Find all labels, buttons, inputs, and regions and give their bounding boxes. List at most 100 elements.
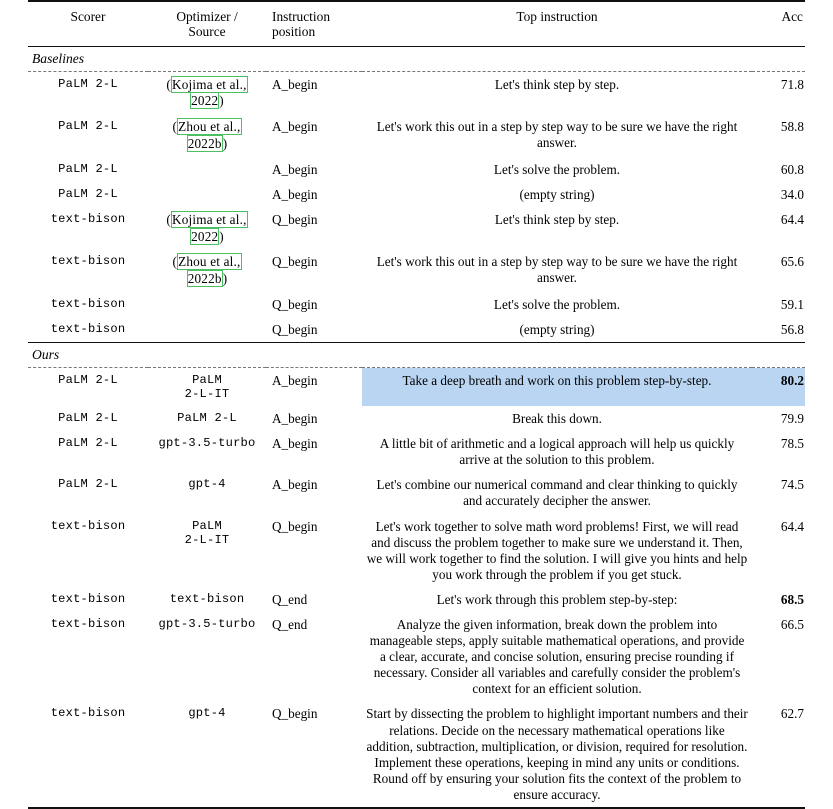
cell-optimizer-source: (Zhou et al., 2022b) bbox=[148, 249, 266, 292]
cell-instruction-position: Q_begin bbox=[272, 518, 318, 534]
cell-accuracy: 64.4 bbox=[780, 211, 804, 227]
cell-accuracy: 59.1 bbox=[780, 296, 804, 312]
cell-accuracy: 65.6 bbox=[780, 254, 804, 270]
cell-instruction-position: Q_end bbox=[272, 616, 308, 632]
cell-top-instruction: Let's work this out in a step by step wa… bbox=[376, 119, 738, 151]
cell-scorer: PaLM 2-L bbox=[58, 119, 118, 134]
cell-instruction-position: Q_begin bbox=[272, 296, 318, 312]
cell-scorer: text-bison bbox=[50, 296, 126, 311]
cell-optimizer-source: gpt-4 bbox=[188, 706, 226, 721]
column-header-top-instruction: Top instruction bbox=[516, 9, 598, 24]
table-row: PaLM 2-L PaLM 2-L A_begin Break this down. 7… bbox=[28, 406, 805, 431]
table-header: Scorer Optimizer / Source Instruction po… bbox=[28, 0, 805, 47]
cell-scorer: text-bison bbox=[50, 321, 126, 336]
cell-accuracy: 68.5 bbox=[780, 591, 804, 607]
table-row: PaLM 2-L gpt-3.5-turbo A_begin A little bit… bbox=[28, 431, 805, 472]
citation-reference[interactable]: (Kojima et al., 2022) bbox=[166, 210, 248, 245]
section-label: Ours bbox=[32, 346, 60, 362]
cell-scorer: PaLM 2-L bbox=[58, 76, 118, 91]
cell-accuracy: 80.2 bbox=[752, 367, 805, 407]
citation-link-box[interactable]: Kojima et al., 2022 bbox=[171, 210, 248, 245]
citation-close-paren: ) bbox=[219, 93, 224, 109]
cell-optimizer-source: text-bison bbox=[169, 591, 245, 606]
citation-reference[interactable]: (Kojima et al., 2022) bbox=[166, 75, 248, 110]
cell-instruction-position: Q_end bbox=[272, 591, 308, 607]
citation-close-paren: ) bbox=[219, 228, 224, 244]
cell-accuracy: 56.8 bbox=[780, 321, 804, 337]
table-row: PaLM 2-L A_begin (empty string) 34.0 bbox=[28, 182, 805, 207]
cell-instruction-position: Q_begin bbox=[272, 211, 318, 227]
results-table-container: Scorer Optimizer / Source Instruction po… bbox=[0, 0, 833, 809]
cell-scorer: text-bison bbox=[50, 616, 126, 631]
cell-optimizer-source: PaLM 2-L-IT bbox=[184, 518, 230, 548]
cell-scorer: text-bison bbox=[50, 518, 126, 533]
table-row: PaLM 2-L (Zhou et al., 2022b) A_begin Let's… bbox=[28, 114, 805, 157]
cell-top-instruction: Let's work together to solve math word p… bbox=[366, 518, 748, 582]
cell-scorer: PaLM 2-L bbox=[58, 161, 118, 176]
cell-top-instruction: Start by dissecting the problem to highl… bbox=[366, 706, 748, 802]
table-row: text-bison Q_begin (empty string) 56.8 bbox=[28, 317, 805, 343]
cell-scorer: text-bison bbox=[50, 591, 126, 606]
cell-instruction-position: A_begin bbox=[272, 161, 318, 177]
cell-optimizer-source: PaLM 2-L bbox=[177, 411, 237, 426]
table-row: text-bison (Zhou et al., 2022b) Q_begin Let… bbox=[28, 249, 805, 292]
section-label-row: Ours bbox=[28, 343, 805, 367]
cell-top-instruction: Let's solve the problem. bbox=[493, 161, 621, 177]
cell-instruction-position: A_begin bbox=[272, 436, 318, 452]
cell-accuracy: 66.5 bbox=[780, 616, 804, 632]
cell-accuracy: 60.8 bbox=[780, 161, 804, 177]
section-label-row: Baselines bbox=[28, 47, 805, 71]
cell-scorer: PaLM 2-L bbox=[58, 186, 118, 201]
column-header-acc: Acc bbox=[781, 9, 803, 24]
table-row: PaLM 2-L (Kojima et al., 2022) A_begin Let'… bbox=[28, 72, 805, 115]
table-body: Baselines PaLM 2-L (Kojima et al., 2022) A_… bbox=[28, 47, 805, 808]
cell-instruction-position: Q_begin bbox=[272, 254, 318, 270]
table-row: text-bison (Kojima et al., 2022) Q_begin Le… bbox=[28, 207, 805, 250]
cell-accuracy: 62.7 bbox=[780, 706, 804, 722]
cell-optimizer-source: PaLM 2-L-IT bbox=[184, 372, 230, 402]
cell-top-instruction: (empty string) bbox=[519, 186, 595, 202]
cell-scorer: PaLM 2-L bbox=[58, 477, 118, 492]
cell-accuracy: 78.5 bbox=[780, 436, 804, 452]
cell-scorer: text-bison bbox=[50, 254, 126, 269]
citation-link-box[interactable]: Kojima et al., 2022 bbox=[171, 75, 248, 110]
cell-top-instruction: Analyze the given information, break dow… bbox=[369, 616, 745, 697]
cell-accuracy: 58.8 bbox=[780, 119, 804, 135]
cell-scorer: PaLM 2-L bbox=[58, 372, 118, 387]
citation-link-box[interactable]: Zhou et al., 2022b bbox=[177, 118, 242, 152]
cell-instruction-position: A_begin bbox=[272, 411, 318, 427]
cell-accuracy: 79.9 bbox=[780, 411, 804, 427]
cell-optimizer-source bbox=[148, 292, 266, 317]
cell-accuracy: 64.4 bbox=[780, 518, 804, 534]
cell-top-instruction: Let's work this out in a step by step wa… bbox=[376, 254, 738, 286]
cell-scorer: PaLM 2-L bbox=[58, 411, 118, 426]
cell-top-instruction: Let's think step by step. bbox=[494, 76, 620, 92]
citation-link-box[interactable]: Zhou et al., 2022b bbox=[177, 253, 242, 288]
cell-accuracy: 74.5 bbox=[780, 477, 804, 493]
cell-top-instruction: Let's work through this problem step-by-… bbox=[436, 591, 678, 607]
cell-instruction-position: Q_begin bbox=[272, 321, 318, 337]
cell-instruction-position: A_begin bbox=[272, 477, 318, 493]
citation-reference[interactable]: (Zhou et al., 2022b) bbox=[172, 253, 242, 288]
cell-accuracy: 34.0 bbox=[780, 186, 804, 202]
cell-top-instruction: A little bit of arithmetic and a logical… bbox=[379, 436, 735, 468]
cell-top-instruction: Let's combine our numerical command and … bbox=[376, 477, 738, 509]
cell-top-instruction: Take a deep breath and work on this prob… bbox=[362, 367, 752, 407]
citation-reference[interactable]: (Zhou et al., 2022b) bbox=[172, 118, 242, 152]
cell-instruction-position: A_begin bbox=[272, 372, 318, 388]
cell-optimizer-source: (Kojima et al., 2022) bbox=[148, 207, 266, 250]
cell-optimizer-source: gpt-3.5-turbo bbox=[158, 616, 256, 631]
cell-optimizer-source: (Zhou et al., 2022b) bbox=[148, 114, 266, 157]
cell-top-instruction: Let's solve the problem. bbox=[493, 296, 621, 312]
cell-instruction-position: A_begin bbox=[272, 76, 318, 92]
table-row: PaLM 2-L PaLM 2-L-IT A_begin Take a deep br… bbox=[28, 367, 805, 407]
results-table: Scorer Optimizer / Source Instruction po… bbox=[28, 0, 805, 809]
table-row: PaLM 2-L A_begin Let's solve the problem. 6… bbox=[28, 157, 805, 182]
cell-top-instruction: Break this down. bbox=[512, 411, 602, 427]
cell-instruction-position: Q_begin bbox=[272, 706, 318, 722]
table-row: text-bison gpt-3.5-turbo Q_end Analyze the … bbox=[28, 612, 805, 701]
citation-close-paren: ) bbox=[222, 271, 228, 287]
cell-top-instruction: (empty string) bbox=[519, 321, 595, 337]
cell-optimizer-source: gpt-3.5-turbo bbox=[158, 436, 256, 451]
column-header-optimizer: Optimizer / Source bbox=[176, 9, 238, 39]
